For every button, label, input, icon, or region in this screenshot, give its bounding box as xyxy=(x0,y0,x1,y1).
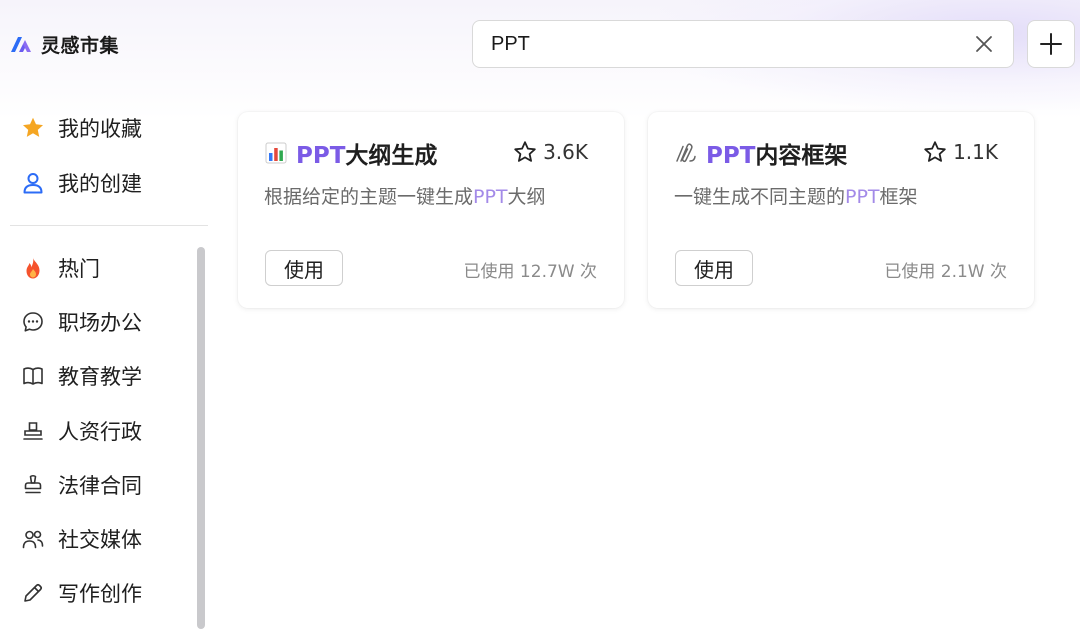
app-name: 灵感市集 xyxy=(41,31,119,58)
sidebar-scrollbar[interactable] xyxy=(197,247,205,629)
card-title: PPT大纲生成 xyxy=(264,136,437,170)
people-icon xyxy=(20,526,46,552)
card-description: 根据给定的主题一键生成PPT大纲 xyxy=(264,182,546,209)
sidebar-item-label: 热门 xyxy=(58,253,100,283)
template-card[interactable]: PPT内容框架 1.1K 一键生成不同主题的PPT框架 使用 已使用 2.1W … xyxy=(648,112,1034,308)
favorite-count[interactable]: 3.6K xyxy=(513,140,588,164)
sidebar-item-social[interactable]: 社交媒体 xyxy=(20,519,142,559)
sidebar-item-hot[interactable]: 热门 xyxy=(20,248,100,288)
fire-icon xyxy=(20,255,46,281)
add-button[interactable] xyxy=(1027,20,1075,68)
sidebar: 我的收藏 我的创建 热门 职场办公 教育教学 人资行政 法律合同 xyxy=(0,100,215,629)
template-card[interactable]: PPT大纲生成 3.6K 根据给定的主题一键生成PPT大纲 使用 已使用 12.… xyxy=(238,112,624,308)
paperclip-icon xyxy=(674,141,698,165)
sidebar-item-label: 教育教学 xyxy=(58,361,142,391)
sidebar-item-label: 社交媒体 xyxy=(58,524,142,554)
star-count: 1.1K xyxy=(953,140,998,164)
card-title-text: 大纲生成 xyxy=(345,143,437,169)
sidebar-item-label: 我的收藏 xyxy=(58,113,142,143)
search-bar[interactable] xyxy=(472,20,1014,68)
use-button[interactable]: 使用 xyxy=(675,250,753,286)
card-title-text: 内容框架 xyxy=(755,143,847,169)
pen-icon xyxy=(20,580,46,606)
sidebar-item-favorites[interactable]: 我的收藏 xyxy=(20,108,142,148)
sidebar-item-label: 写作创作 xyxy=(58,578,142,608)
sidebar-item-label: 人资行政 xyxy=(58,416,142,446)
chat-icon xyxy=(20,309,46,335)
card-title-highlight: PPT xyxy=(296,143,345,169)
book-icon xyxy=(20,363,46,389)
card-description: 一键生成不同主题的PPT框架 xyxy=(674,182,918,209)
usage-count: 已使用 12.7W 次 xyxy=(464,257,597,282)
usage-count: 已使用 2.1W 次 xyxy=(884,257,1007,282)
user-icon xyxy=(20,170,46,196)
sidebar-item-office[interactable]: 职场办公 xyxy=(20,302,142,342)
logo-icon xyxy=(10,35,32,53)
bar-chart-icon xyxy=(264,141,288,165)
sidebar-divider xyxy=(10,225,208,226)
star-outline-icon xyxy=(923,140,947,164)
sidebar-item-created[interactable]: 我的创建 xyxy=(20,163,142,203)
plus-icon xyxy=(1039,32,1063,56)
sidebar-item-legal[interactable]: 法律合同 xyxy=(20,465,142,505)
favorite-count[interactable]: 1.1K xyxy=(923,140,998,164)
sidebar-item-education[interactable]: 教育教学 xyxy=(20,356,142,396)
card-title-highlight: PPT xyxy=(706,143,755,169)
stamp-icon xyxy=(20,418,46,444)
sidebar-item-writing[interactable]: 写作创作 xyxy=(20,573,142,613)
use-button[interactable]: 使用 xyxy=(265,250,343,286)
star-count: 3.6K xyxy=(543,140,588,164)
star-icon xyxy=(20,115,46,141)
close-icon[interactable] xyxy=(973,33,995,55)
sidebar-item-label: 我的创建 xyxy=(58,168,142,198)
sidebar-item-label: 法律合同 xyxy=(58,470,142,500)
sidebar-item-label: 职场办公 xyxy=(58,307,142,337)
card-title: PPT内容框架 xyxy=(674,136,847,170)
search-input[interactable] xyxy=(491,33,973,56)
star-outline-icon xyxy=(513,140,537,164)
seal-icon xyxy=(20,472,46,498)
sidebar-item-hr[interactable]: 人资行政 xyxy=(20,411,142,451)
app-logo[interactable]: 灵感市集 xyxy=(10,31,119,57)
